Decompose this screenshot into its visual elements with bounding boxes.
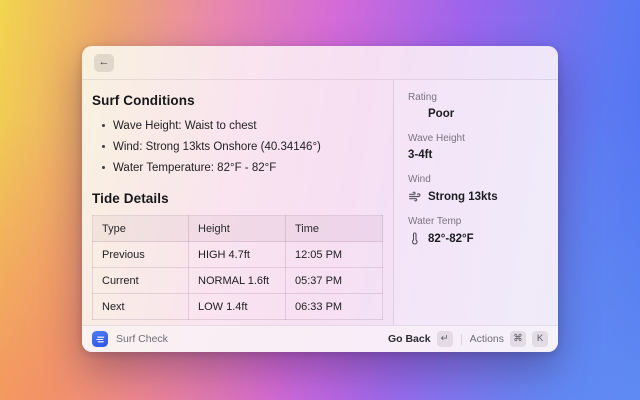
bullet-icon	[102, 166, 105, 169]
surf-check-app-icon	[92, 331, 108, 347]
thermometer-icon	[408, 232, 421, 245]
table-cell: NORMAL 1.6ft	[188, 267, 286, 294]
list-item: Wave Height: Waist to chest	[102, 115, 381, 136]
bullet-text: Wave Height: Waist to chest	[113, 119, 257, 132]
go-back-button[interactable]: Go Back	[388, 333, 431, 345]
enter-key-icon: ↵	[436, 331, 453, 347]
metadata-item-wind: Wind Strong 13kts	[408, 174, 544, 203]
window-body: Surf Conditions Wave Height: Waist to ch…	[82, 80, 558, 325]
bullet-icon	[102, 145, 105, 148]
cmd-key-icon: ⌘	[510, 331, 526, 347]
table-cell: HIGH 4.7ft	[188, 241, 286, 268]
tide-table: Type Height Time Previous HIGH 4.7ft 12:…	[92, 215, 383, 320]
metadata-value: Strong 13kts	[428, 190, 498, 203]
surf-conditions-list: Wave Height: Waist to chest Wind: Strong…	[102, 115, 381, 178]
metadata-item-wave-height: Wave Height 3-4ft	[408, 133, 544, 161]
status-bar: Surf Check Go Back ↵ Actions ⌘ K	[82, 325, 558, 352]
metadata-item-rating: Rating Poor	[408, 92, 544, 120]
bullet-icon	[102, 124, 105, 127]
table-cell: 06:33 PM	[285, 293, 383, 320]
table-cell: 05:37 PM	[285, 267, 383, 294]
wind-icon	[408, 190, 421, 203]
list-item: Water Temperature: 82°F - 82°F	[102, 157, 381, 178]
metadata-label: Wave Height	[408, 133, 465, 144]
metadata-sidebar: Rating Poor Wave Height 3-4ft Wind Stron…	[394, 80, 558, 325]
back-arrow-icon: ←	[98, 56, 110, 68]
table-header-type: Type	[92, 215, 189, 242]
rating-bars-icon	[408, 109, 421, 119]
metadata-label: Water Temp	[408, 216, 462, 227]
table-cell: Current	[92, 267, 189, 294]
metadata-label: Rating	[408, 92, 437, 103]
table-header-height: Height	[188, 215, 286, 242]
list-item: Wind: Strong 13kts Onshore (40.34146°)	[102, 136, 381, 157]
table-header-time: Time	[285, 215, 383, 242]
metadata-value: Poor	[428, 108, 455, 120]
bullet-text: Water Temperature: 82°F - 82°F	[113, 161, 277, 174]
table-cell: Previous	[92, 241, 189, 268]
window-header: ←	[82, 46, 558, 80]
table-header-row: Type Height Time	[92, 215, 383, 242]
tide-details-heading: Tide Details	[92, 191, 169, 206]
table-row: Previous HIGH 4.7ft 12:05 PM	[92, 241, 383, 268]
surf-conditions-heading: Surf Conditions	[92, 93, 195, 108]
metadata-value: 3-4ft	[408, 149, 433, 161]
metadata-label: Wind	[408, 174, 431, 185]
table-row: Next LOW 1.4ft 06:33 PM	[92, 293, 383, 320]
app-name-label: Surf Check	[116, 333, 168, 345]
table-row: Current NORMAL 1.6ft 05:37 PM	[92, 267, 383, 294]
back-button[interactable]: ←	[94, 53, 114, 72]
metadata-value: 82°-82°F	[428, 232, 474, 245]
metadata-item-water-temp: Water Temp 82°-82°F	[408, 216, 544, 245]
k-key-icon: K	[532, 331, 548, 347]
table-cell: 12:05 PM	[285, 241, 383, 268]
table-cell: LOW 1.4ft	[188, 293, 286, 320]
main-content: Surf Conditions Wave Height: Waist to ch…	[82, 80, 393, 325]
footer-divider	[460, 333, 462, 345]
bullet-text: Wind: Strong 13kts Onshore (40.34146°)	[113, 140, 321, 153]
app-window: ← Surf Conditions Wave Height: Waist to …	[82, 46, 558, 352]
actions-button[interactable]: Actions	[470, 333, 504, 345]
table-cell: Next	[92, 293, 189, 320]
